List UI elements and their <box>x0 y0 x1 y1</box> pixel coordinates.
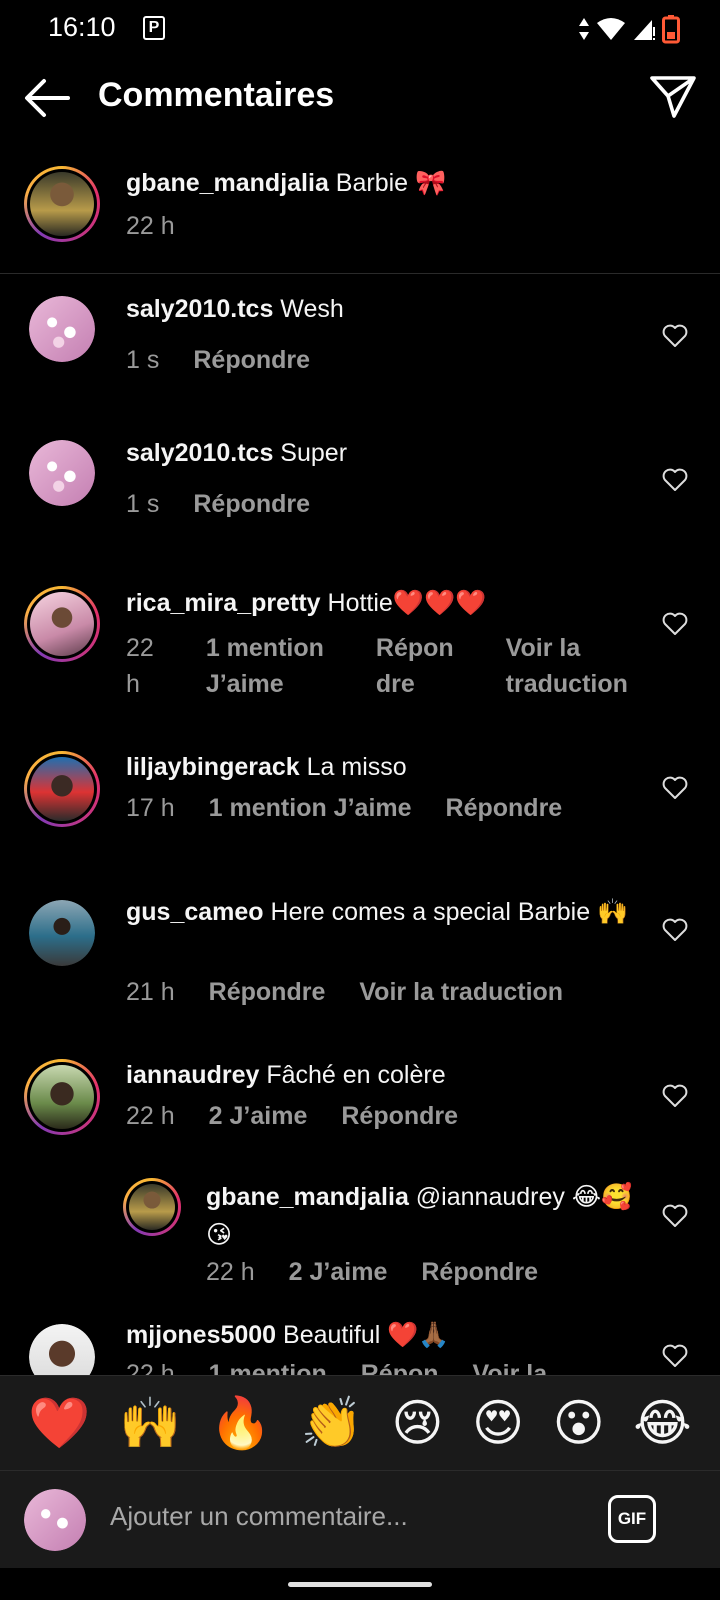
heart-icon[interactable] <box>662 1204 688 1228</box>
avatar[interactable] <box>24 166 100 242</box>
emoji-laughing[interactable]: 😂 <box>633 1393 691 1453</box>
heart-icon[interactable] <box>662 612 688 636</box>
heart-icon[interactable] <box>662 1084 688 1108</box>
username[interactable]: saly2010.tcs <box>126 295 273 323</box>
avatar[interactable] <box>29 296 95 362</box>
reply-button[interactable]: Répondre <box>193 346 310 375</box>
comment-input-bar: Ajouter un commentaire... GIF <box>0 1470 720 1568</box>
comment-input[interactable]: Ajouter un commentaire... <box>110 1501 408 1532</box>
status-icons <box>578 14 680 44</box>
timestamp: 17 h <box>126 794 175 822</box>
status-bar: 16:10 P <box>0 0 720 56</box>
username[interactable]: liljaybingerack <box>126 753 300 781</box>
comment-text: saly2010.tcs Super <box>126 439 348 467</box>
reply-button[interactable]: Répondre <box>341 1102 458 1131</box>
comment-text: gbane_mandjalia @iannaudrey 😂🥰😘 <box>206 1183 633 1249</box>
status-time: 16:10 <box>48 12 116 42</box>
caption-meta: 22 h <box>126 212 175 241</box>
reply-button[interactable]: Répon dre <box>376 630 454 702</box>
likes-count[interactable]: 1 mention J’aime <box>206 630 324 702</box>
notification-p-icon: P <box>143 16 165 40</box>
likes-count[interactable]: 1 mention J’aime <box>209 794 412 823</box>
translate-button[interactable]: Voir la traduction <box>359 978 563 1007</box>
emoji-raised-hands[interactable]: 🙌 <box>119 1393 181 1453</box>
emoji-surprised[interactable]: 😮 <box>553 1393 605 1453</box>
emoji-heart[interactable]: ❤️ <box>28 1393 90 1453</box>
likes-count[interactable]: 2 J’aime <box>209 1102 308 1131</box>
header: Commentaires <box>0 56 720 156</box>
caption-text: gbane_mandjalia Barbie 🎀 <box>126 169 447 197</box>
system-nav-bar <box>0 1568 720 1600</box>
reply-button[interactable]: Répondre <box>193 490 310 519</box>
gif-button[interactable]: GIF <box>608 1495 656 1543</box>
comment-meta: 22 h 2 J’aime Répondre <box>206 1258 538 1287</box>
post-caption: gbane_mandjalia Barbie 🎀 22 h <box>0 160 720 274</box>
battery-low-icon <box>662 15 680 44</box>
timestamp: 22 h <box>126 212 175 240</box>
emoji-quick-bar: ❤️ 🙌 🔥 👏 😢 😍 😮 😂 <box>0 1375 720 1470</box>
likes-count[interactable]: 2 J’aime <box>289 1258 388 1287</box>
username[interactable]: saly2010.tcs <box>126 439 273 467</box>
comment-meta: 22 h 1 mention J’aime Répon dre Voir la … <box>126 630 628 702</box>
heart-icon[interactable] <box>662 468 688 492</box>
paper-plane-icon[interactable] <box>648 72 698 122</box>
comment-text: mjjones5000 Beautiful ❤️🙏🏾 <box>126 1321 450 1349</box>
avatar[interactable] <box>123 1178 181 1236</box>
emoji-fire[interactable]: 🔥 <box>210 1393 272 1453</box>
comment-meta: 17 h 1 mention J’aime Répondre <box>126 794 562 823</box>
username[interactable]: gbane_mandjalia <box>206 1183 409 1211</box>
avatar[interactable] <box>24 751 100 827</box>
timestamp: 22 h <box>126 1102 175 1130</box>
back-arrow-icon[interactable] <box>22 76 72 120</box>
avatar[interactable] <box>29 440 95 506</box>
heart-icon[interactable] <box>662 776 688 800</box>
comment-meta: 21 h Répondre Voir la traduction <box>126 978 563 1007</box>
comment-text: saly2010.tcs Wesh <box>126 295 344 323</box>
comment-text: iannaudrey Fâché en colère <box>126 1061 446 1089</box>
data-arrows-icon <box>579 18 589 40</box>
heart-icon[interactable] <box>662 918 688 942</box>
emoji-clap[interactable]: 👏 <box>301 1393 363 1453</box>
avatar[interactable] <box>24 586 100 662</box>
translate-button[interactable]: Voir la traduction <box>506 630 628 702</box>
heart-icon[interactable] <box>662 324 688 348</box>
comment-text: rica_mira_pretty Hottie❤️❤️❤️ <box>126 589 487 617</box>
comment-text: liljaybingerack La misso <box>126 753 407 781</box>
avatar[interactable] <box>24 1059 100 1135</box>
signal-icon <box>634 20 655 40</box>
wifi-icon <box>597 18 625 40</box>
username[interactable]: rica_mira_pretty <box>126 589 321 617</box>
page-title: Commentaires <box>98 76 335 114</box>
timestamp: 1 s <box>126 346 160 374</box>
comment-meta: 22 h 2 J’aime Répondre <box>126 1102 458 1131</box>
emoji-heart-eyes[interactable]: 😍 <box>472 1393 524 1453</box>
heart-icon[interactable] <box>662 1344 688 1368</box>
username[interactable]: mjjones5000 <box>126 1321 276 1349</box>
username[interactable]: gbane_mandjalia <box>126 169 329 197</box>
username[interactable]: iannaudrey <box>126 1061 259 1089</box>
emoji-crying[interactable]: 😢 <box>391 1393 443 1453</box>
username[interactable]: gus_cameo <box>126 898 264 926</box>
reply-button[interactable]: Répondre <box>446 794 563 823</box>
comment-meta: 1 s Répondre <box>126 346 310 375</box>
avatar[interactable] <box>29 900 95 966</box>
reply-button[interactable]: Répondre <box>209 978 326 1007</box>
timestamp: 21 h <box>126 978 175 1006</box>
home-indicator[interactable] <box>288 1582 432 1587</box>
timestamp: 22 h <box>206 1258 255 1286</box>
comment-text: gus_cameo Here comes a special Barbie 🙌 <box>126 898 629 926</box>
timestamp: 1 s <box>126 490 160 518</box>
timestamp: 22 h <box>126 634 154 698</box>
comment-meta: 1 s Répondre <box>126 490 310 519</box>
reply-button[interactable]: Répondre <box>421 1258 538 1287</box>
own-avatar <box>24 1489 86 1551</box>
